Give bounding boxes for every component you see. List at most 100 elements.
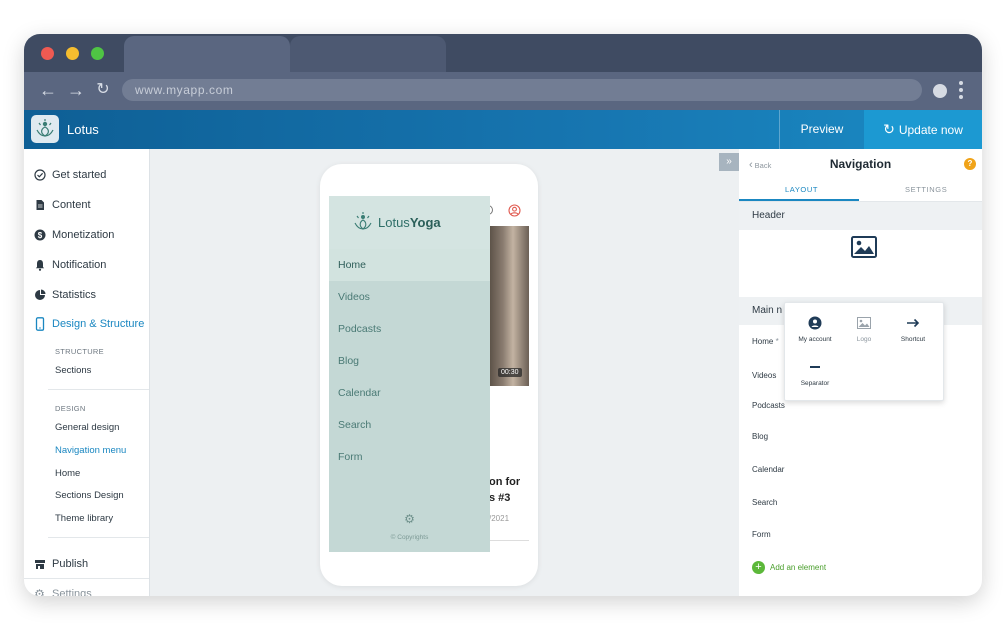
drawer-item-home[interactable]: Home	[338, 259, 366, 271]
sidebar-subitem-navigation-menu[interactable]: Navigation menu	[55, 445, 126, 456]
user-icon	[789, 315, 841, 331]
popup-item-shortcut[interactable]: Shortcut	[887, 315, 939, 343]
nav-item-blog[interactable]: Blog	[752, 432, 768, 441]
sidebar-item-label: Design & Structure	[52, 318, 145, 330]
content-title-line: s #3	[489, 492, 511, 504]
dollar-icon: $	[33, 229, 46, 242]
left-sidebar: Get started Content $ Monetization Notif…	[24, 149, 150, 596]
phone-screen: 00:30 e on for s #3 /2021	[329, 196, 529, 552]
kebab-menu-icon[interactable]	[959, 81, 965, 102]
reload-icon[interactable]: ↻	[92, 79, 114, 101]
separator-icon	[789, 359, 841, 375]
drawer-item-form[interactable]: Form	[338, 451, 363, 463]
preview-button[interactable]: Preview	[779, 110, 864, 149]
sidebar-item-notification[interactable]: Notification	[33, 257, 106, 273]
sidebar-item-monetization[interactable]: $ Monetization	[33, 227, 114, 243]
home-marker: *	[775, 337, 779, 346]
sidebar-item-publish[interactable]: Publish	[33, 556, 88, 572]
phone-preview: 00:30 e on for s #3 /2021	[320, 164, 538, 586]
image-icon[interactable]	[851, 236, 877, 263]
content-title-line: on for	[489, 476, 521, 488]
nav-item-videos[interactable]: Videos	[752, 371, 776, 380]
nav-item-calendar[interactable]: Calendar	[752, 465, 784, 474]
copyright-text: © Copyrights	[390, 534, 429, 541]
url-bar[interactable]: www.myapp.com	[122, 79, 922, 101]
close-window-button[interactable]	[41, 47, 54, 60]
drawer-item-search[interactable]: Search	[338, 419, 371, 431]
minimize-window-button[interactable]	[66, 47, 79, 60]
sidebar-item-label: Notification	[52, 259, 107, 271]
add-element-button[interactable]: + Add an element	[752, 561, 826, 574]
nav-item-search[interactable]: Search	[752, 498, 777, 507]
store-icon	[33, 558, 46, 571]
nav-item-home[interactable]: Home *	[752, 337, 779, 346]
arrow-right-icon	[887, 315, 939, 331]
document-icon	[33, 199, 46, 212]
browser-window: ← → ↻ www.myapp.com Lotus Preview ↻ Updat…	[24, 34, 982, 596]
structure-caption: STRUCTURE	[55, 347, 104, 356]
popup-item-separator[interactable]: Separator	[789, 359, 841, 387]
navigation-drawer: LotusYoga Home Videos Podcasts Blog Cale…	[329, 196, 490, 552]
tab-settings[interactable]: SETTINGS	[905, 185, 947, 194]
profile-icon[interactable]	[933, 84, 947, 98]
popup-item-my-account[interactable]: My account	[789, 315, 841, 343]
app-name: Lotus	[67, 122, 99, 137]
sidebar-item-settings[interactable]: ⚙ Settings	[33, 586, 92, 596]
check-circle-icon	[33, 169, 46, 182]
brand-text-light: Lotus	[378, 215, 410, 230]
drawer-brand: LotusYoga	[378, 215, 441, 230]
content-date: /2021	[489, 514, 510, 523]
sidebar-item-statistics[interactable]: Statistics	[33, 287, 96, 303]
browser-tab[interactable]	[290, 36, 446, 72]
browser-tab-active[interactable]	[124, 36, 290, 72]
bell-icon	[33, 259, 46, 272]
sidebar-item-get-started[interactable]: Get started	[33, 167, 106, 183]
drawer-item-videos[interactable]: Videos	[338, 291, 370, 303]
sidebar-item-design-structure[interactable]: Design & Structure	[33, 316, 144, 332]
sidebar-subitem-home[interactable]: Home	[55, 468, 80, 479]
pie-chart-icon	[33, 289, 46, 302]
drawer-item-blog[interactable]: Blog	[338, 355, 359, 367]
sidebar-item-label: Monetization	[52, 229, 115, 241]
sidebar-subitem-sections[interactable]: Sections	[55, 365, 91, 376]
popup-item-logo[interactable]: Logo	[838, 315, 890, 343]
sidebar-item-label: Publish	[52, 558, 89, 570]
divider	[48, 537, 149, 538]
popup-item-label: Separator	[800, 380, 830, 387]
brand-text-bold: Yoga	[409, 215, 441, 230]
sidebar-subitem-general-design[interactable]: General design	[55, 422, 119, 433]
gear-icon[interactable]: ⚙	[329, 512, 490, 526]
popup-item-label: Logo	[856, 336, 872, 343]
user-circle-icon[interactable]	[508, 204, 521, 222]
nav-item-form[interactable]: Form	[752, 530, 771, 539]
drawer-item-podcasts[interactable]: Podcasts	[338, 323, 381, 335]
browser-toolbar: ← → ↻ www.myapp.com	[24, 72, 982, 112]
svg-text:$: $	[37, 231, 42, 240]
drawer-item-calendar[interactable]: Calendar	[338, 387, 381, 399]
sidebar-item-content[interactable]: Content	[33, 197, 91, 213]
popup-item-label: Shortcut	[900, 336, 926, 343]
header-section-label: Header	[739, 202, 982, 230]
browser-titlebar	[24, 34, 982, 72]
popup-item-label: My account	[798, 336, 832, 343]
nav-item-podcasts[interactable]: Podcasts	[752, 401, 785, 410]
design-caption: DESIGN	[55, 404, 86, 413]
sidebar-subitem-theme-library[interactable]: Theme library	[55, 513, 113, 524]
sidebar-subitem-sections-design[interactable]: Sections Design	[55, 490, 124, 501]
back-arrow-icon[interactable]: ←	[37, 79, 59, 101]
video-thumbnail[interactable]	[489, 226, 529, 386]
gear-icon: ⚙	[34, 587, 45, 596]
tab-layout[interactable]: LAYOUT	[785, 185, 818, 194]
help-icon[interactable]: ?	[964, 158, 976, 170]
maximize-window-button[interactable]	[91, 47, 104, 60]
panel-title: Navigation	[829, 157, 892, 171]
video-duration: 00:30	[498, 368, 522, 377]
divider	[489, 540, 529, 541]
nav-item-label: Home	[752, 337, 774, 346]
plus-icon: +	[752, 561, 765, 574]
sidebar-item-label: Content	[52, 199, 91, 211]
update-now-button[interactable]: ↻ Update now	[864, 110, 982, 149]
expand-panel-button[interactable]: »	[719, 153, 739, 171]
phone-icon	[33, 317, 46, 331]
forward-arrow-icon[interactable]: →	[65, 79, 87, 101]
